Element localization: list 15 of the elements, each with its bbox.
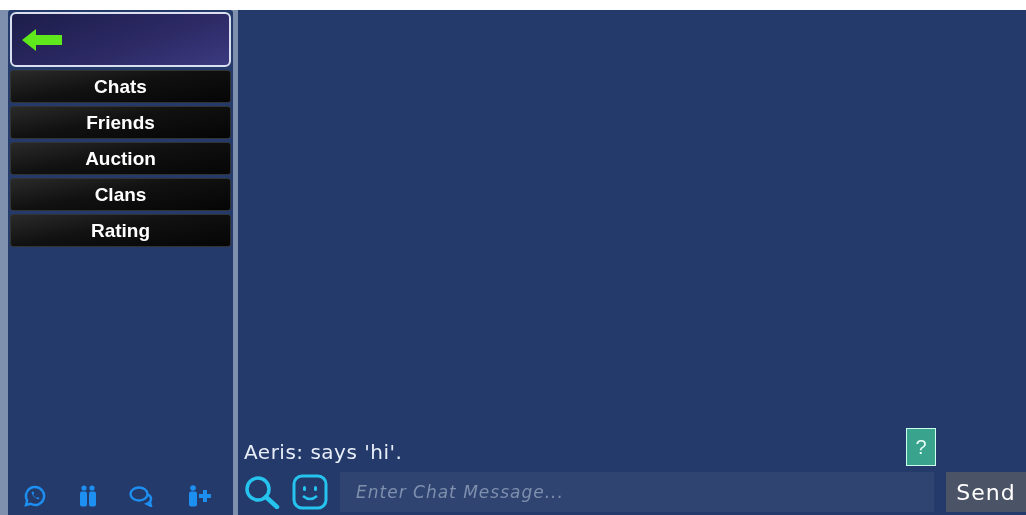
add-friend-icon[interactable]	[186, 485, 213, 507]
chat-input-field[interactable]: Enter Chat Message...	[340, 472, 934, 512]
menu-item[interactable]: Chats	[10, 70, 231, 103]
phone-chat-icon[interactable]	[24, 485, 46, 507]
menu-item[interactable]: Rating	[10, 214, 231, 247]
emoji-icon[interactable]	[292, 474, 328, 510]
back-arrow-icon	[22, 28, 62, 51]
search-icon[interactable]	[244, 475, 280, 509]
send-button[interactable]: Send	[946, 472, 1026, 512]
chat-message: Aeris: says 'hi'.	[244, 440, 403, 464]
friends-icon[interactable]	[77, 485, 98, 507]
menu-item[interactable]: Clans	[10, 178, 231, 211]
menu-item[interactable]: Auction	[10, 142, 231, 175]
back-button[interactable]	[10, 12, 231, 67]
menu-item[interactable]: Friends	[10, 106, 231, 139]
